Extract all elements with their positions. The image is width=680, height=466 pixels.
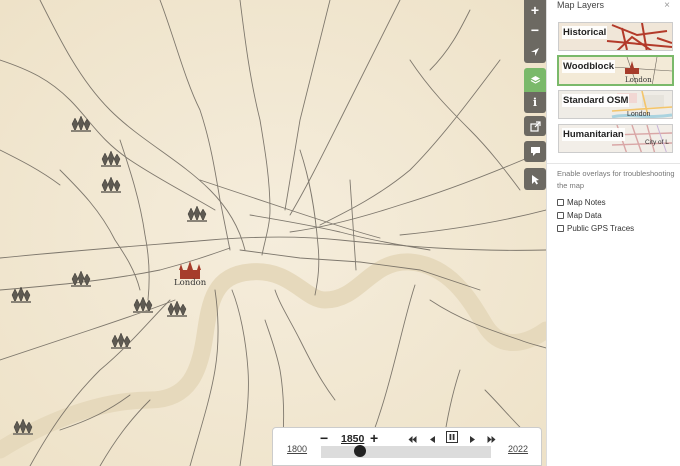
query-cursor-icon xyxy=(531,174,539,184)
tree-cluster-icon xyxy=(100,176,122,197)
city-marker-london[interactable]: London xyxy=(170,260,210,295)
zoom-in-button[interactable]: + xyxy=(524,0,546,20)
overlay-label: Public GPS Traces xyxy=(567,224,635,233)
forward-fast-button[interactable] xyxy=(487,433,496,447)
timeline-max-year[interactable]: 2022 xyxy=(508,444,528,454)
thumbnail-city-label: London xyxy=(625,76,652,84)
current-year[interactable]: 1850 xyxy=(341,433,364,445)
tree-cluster-icon xyxy=(110,332,132,353)
tree-cluster-icon xyxy=(70,115,92,136)
tree-cluster-icon xyxy=(12,418,34,439)
layers-icon xyxy=(530,75,540,84)
year-decrement-button[interactable]: − xyxy=(320,430,328,446)
map-canvas[interactable]: London xyxy=(0,0,546,466)
thumbnail-city-label: City of L xyxy=(645,139,669,146)
rewind-fast-button[interactable] xyxy=(408,433,417,447)
timeline-widget: − 1850 + 1800 2022 xyxy=(272,427,542,466)
tree-cluster-icon xyxy=(166,300,188,321)
map-info-button[interactable]: i xyxy=(524,92,546,113)
timeline-slider-track[interactable] xyxy=(321,446,491,458)
layer-label: Woodblock xyxy=(562,60,616,73)
step-forward-button[interactable] xyxy=(468,433,477,447)
layer-standard-osm[interactable]: Standard OSM London xyxy=(558,90,673,119)
year-increment-button[interactable]: + xyxy=(370,430,378,446)
note-icon xyxy=(530,147,540,156)
info-icon: i xyxy=(532,96,538,109)
minus-icon: − xyxy=(530,22,540,38)
overlay-label: Map Notes xyxy=(567,198,606,207)
map-layers-panel: Map Layers × Historical Woodblock London xyxy=(546,0,680,466)
tree-cluster-icon xyxy=(70,270,92,291)
zoom-out-button[interactable]: − xyxy=(524,20,546,40)
tree-cluster-icon xyxy=(10,286,32,307)
panel-divider xyxy=(547,163,680,164)
pause-icon xyxy=(446,431,458,443)
overlay-label: Map Data xyxy=(567,211,602,220)
timeline-slider-handle[interactable] xyxy=(354,445,367,457)
step-back-icon xyxy=(430,436,435,443)
locate-arrow-icon xyxy=(531,47,539,56)
rewind-fast-icon xyxy=(408,436,417,443)
layer-label: Historical xyxy=(562,26,608,39)
pause-button[interactable] xyxy=(446,431,458,446)
layer-historical[interactable]: Historical xyxy=(558,22,673,51)
checkbox[interactable] xyxy=(557,212,564,219)
overlay-note: Enable overlays for troubleshooting the … xyxy=(557,169,675,190)
map-base-layer xyxy=(0,0,546,466)
overlay-map-data[interactable]: Map Data xyxy=(557,211,602,220)
overlay-map-notes[interactable]: Map Notes xyxy=(557,198,606,207)
checkbox[interactable] xyxy=(557,225,564,232)
share-button[interactable] xyxy=(524,116,546,136)
city-label: London xyxy=(174,278,207,288)
add-note-button[interactable] xyxy=(524,141,546,162)
timeline-min-year[interactable]: 1800 xyxy=(287,444,307,454)
layer-label: Standard OSM xyxy=(562,94,630,107)
layer-humanitarian[interactable]: Humanitarian City of L xyxy=(558,124,673,153)
step-forward-icon xyxy=(470,436,475,443)
query-features-button[interactable] xyxy=(524,168,546,190)
layer-label: Humanitarian xyxy=(562,128,625,141)
forward-fast-icon xyxy=(487,436,496,443)
overlay-gps-traces[interactable]: Public GPS Traces xyxy=(557,224,634,233)
locate-button[interactable] xyxy=(524,40,546,63)
thumbnail-city-label: London xyxy=(627,111,651,118)
tree-cluster-icon xyxy=(186,205,208,226)
plus-icon: + xyxy=(530,2,540,18)
share-icon xyxy=(529,120,541,132)
layer-woodblock[interactable]: Woodblock London xyxy=(558,56,673,85)
step-back-button[interactable] xyxy=(428,433,437,447)
checkbox[interactable] xyxy=(557,199,564,206)
layers-button[interactable] xyxy=(524,68,546,92)
panel-title: Map Layers xyxy=(557,0,605,10)
tree-cluster-icon xyxy=(132,296,154,317)
tree-cluster-icon xyxy=(100,150,122,171)
close-icon[interactable]: × xyxy=(664,0,670,11)
